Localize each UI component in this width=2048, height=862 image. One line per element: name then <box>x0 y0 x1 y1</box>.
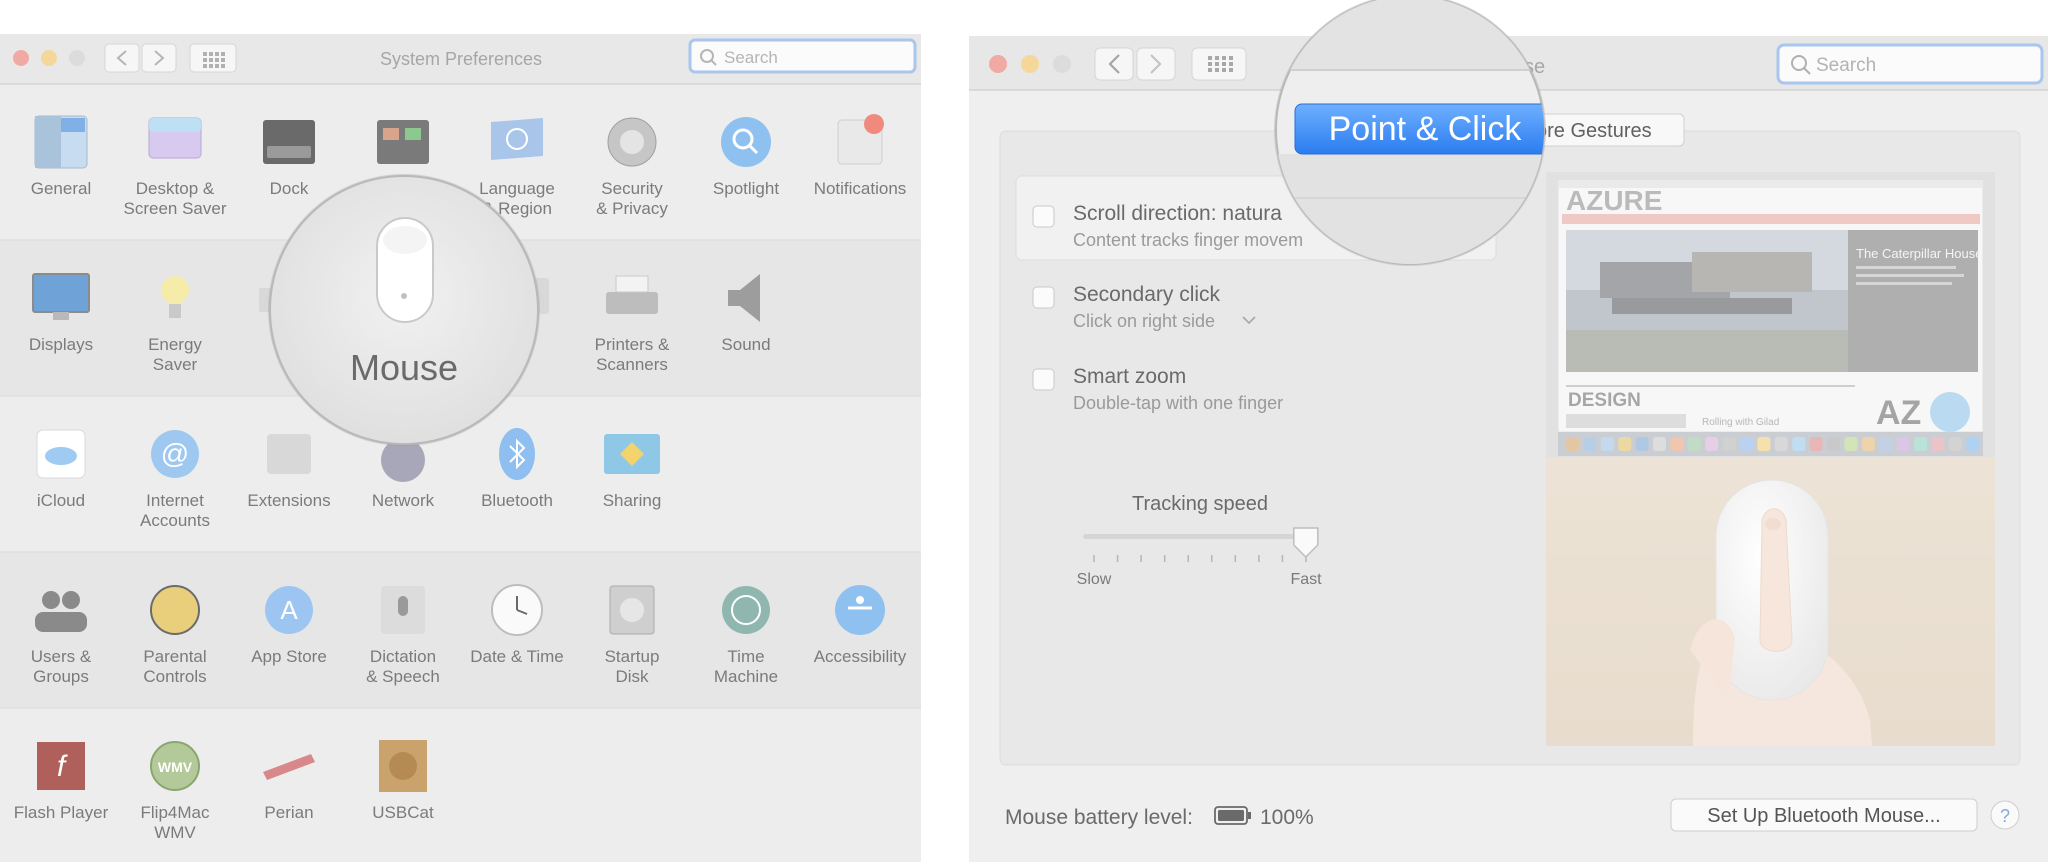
pref-pane-label: Accessibility <box>814 647 907 666</box>
language-region-icon[interactable] <box>491 118 543 160</box>
pref-pane-label: Extensions <box>247 491 330 510</box>
screenshot: System Preferences Search @ Af WMV General… <box>0 0 2048 862</box>
option-title: Scroll direction: natura <box>1073 202 1282 225</box>
battery-value: 100% <box>1260 806 1314 829</box>
pref-pane-label: Internet Accounts <box>140 491 210 530</box>
pref-pane-label: Energy Saver <box>148 335 202 374</box>
svg-text:A: A <box>280 595 298 625</box>
pref-pane-label: Dock <box>270 179 309 198</box>
general-icon[interactable] <box>34 115 88 169</box>
option-description: Content tracks finger movem <box>1073 230 1303 250</box>
tab-more-gestures-label: ore Gestures <box>1536 120 1652 142</box>
security-icon[interactable] <box>607 117 657 167</box>
system-preferences-window: System Preferences Search @ Af WMV General… <box>0 34 921 862</box>
forward-button[interactable] <box>141 43 177 73</box>
zoom-button[interactable] <box>69 50 85 66</box>
close-button[interactable] <box>989 55 1007 73</box>
pref-pane-label: Printers & Scanners <box>595 335 670 374</box>
back-button[interactable] <box>1094 47 1134 81</box>
accessibility-icon[interactable] <box>835 585 885 635</box>
pref-pane-label: iCloud <box>37 491 85 510</box>
pref-pane-label: Flash Player <box>14 803 109 822</box>
time-machine-icon[interactable] <box>722 586 770 634</box>
window-title: System Preferences <box>380 49 542 69</box>
pref-pane-label: Date & Time <box>470 647 564 666</box>
spotlight-icon[interactable] <box>721 117 771 167</box>
back-button[interactable] <box>104 43 140 73</box>
setup-bluetooth-mouse-label: Set Up Bluetooth Mouse... <box>1707 805 1940 827</box>
pref-pane-label: Dictation & Speech <box>366 647 440 686</box>
dictation-icon[interactable] <box>381 586 425 634</box>
bluetooth-icon[interactable] <box>499 428 535 480</box>
flip4mac-icon[interactable]: WMV <box>150 741 200 791</box>
startup-disk-icon[interactable] <box>609 585 655 635</box>
tracking-fast-label: Fast <box>1290 571 1322 588</box>
pref-pane-label: Parental Controls <box>143 647 206 686</box>
zoom-button[interactable] <box>1053 55 1071 73</box>
pref-pane-label: Perian <box>264 803 313 822</box>
date-time-icon[interactable] <box>491 584 543 636</box>
magnifier-label: Mouse <box>350 347 458 388</box>
pref-pane-label: Spotlight <box>713 179 779 198</box>
pref-pane-label: Sharing <box>603 491 662 510</box>
search-placeholder: Search <box>724 48 778 67</box>
svg-text:@: @ <box>161 438 189 469</box>
tracking-speed-label: Tracking speed <box>1132 493 1268 515</box>
option-description: Click on right side <box>1073 311 1215 331</box>
svg-text:WMV: WMV <box>158 759 193 775</box>
sharing-icon[interactable] <box>604 434 660 474</box>
pref-pane-label: Desktop & Screen Saver <box>124 179 227 218</box>
pref-pane-label: App Store <box>251 647 327 666</box>
minimize-button[interactable] <box>1021 55 1039 73</box>
tab-point-click-label: Point & Click <box>1329 110 1523 148</box>
pref-pane-label: USBCat <box>372 803 434 822</box>
pref-pane-label: General <box>31 179 91 198</box>
close-button[interactable] <box>13 50 29 66</box>
minimize-button[interactable] <box>41 50 57 66</box>
search-placeholder: Search <box>1816 55 1876 76</box>
internet-accounts-icon[interactable]: @ <box>151 430 199 478</box>
magic-mouse-icon <box>376 217 434 323</box>
usbcat-icon[interactable] <box>379 740 427 792</box>
app-store-icon[interactable]: A <box>265 586 313 634</box>
pref-pane-label: Network <box>372 491 435 510</box>
pref-pane-label: Notifications <box>814 179 907 198</box>
pref-pane-label: Bluetooth <box>481 491 553 510</box>
battery-label: Mouse battery level: <box>1005 806 1193 829</box>
tracking-speed-track[interactable] <box>1083 534 1317 539</box>
option-title: Secondary click <box>1073 283 1221 306</box>
pref-pane-label: Users & Groups <box>31 647 92 686</box>
forward-button[interactable] <box>1136 47 1176 81</box>
parental-icon[interactable] <box>150 585 200 635</box>
option-checkbox[interactable] <box>1032 286 1055 309</box>
help-label: ? <box>2000 806 2010 826</box>
pref-pane-label: Security & Privacy <box>596 179 668 218</box>
pref-pane-label: Sound <box>721 335 770 354</box>
option-description: Double-tap with one finger <box>1073 393 1283 413</box>
notifications-icon[interactable] <box>837 114 884 165</box>
desktop-icon[interactable] <box>148 117 202 159</box>
mission-control-icon[interactable] <box>377 120 429 164</box>
pref-pane-label: Displays <box>29 335 93 354</box>
option-checkbox[interactable] <box>1032 205 1055 228</box>
tracking-slow-label: Slow <box>1077 571 1112 588</box>
icloud-icon[interactable] <box>36 429 86 479</box>
extensions-icon[interactable] <box>267 434 311 474</box>
flash-icon[interactable]: f <box>37 742 85 790</box>
option-checkbox[interactable] <box>1032 368 1055 391</box>
option-title: Smart zoom <box>1073 365 1186 388</box>
dock-icon[interactable] <box>263 120 315 164</box>
